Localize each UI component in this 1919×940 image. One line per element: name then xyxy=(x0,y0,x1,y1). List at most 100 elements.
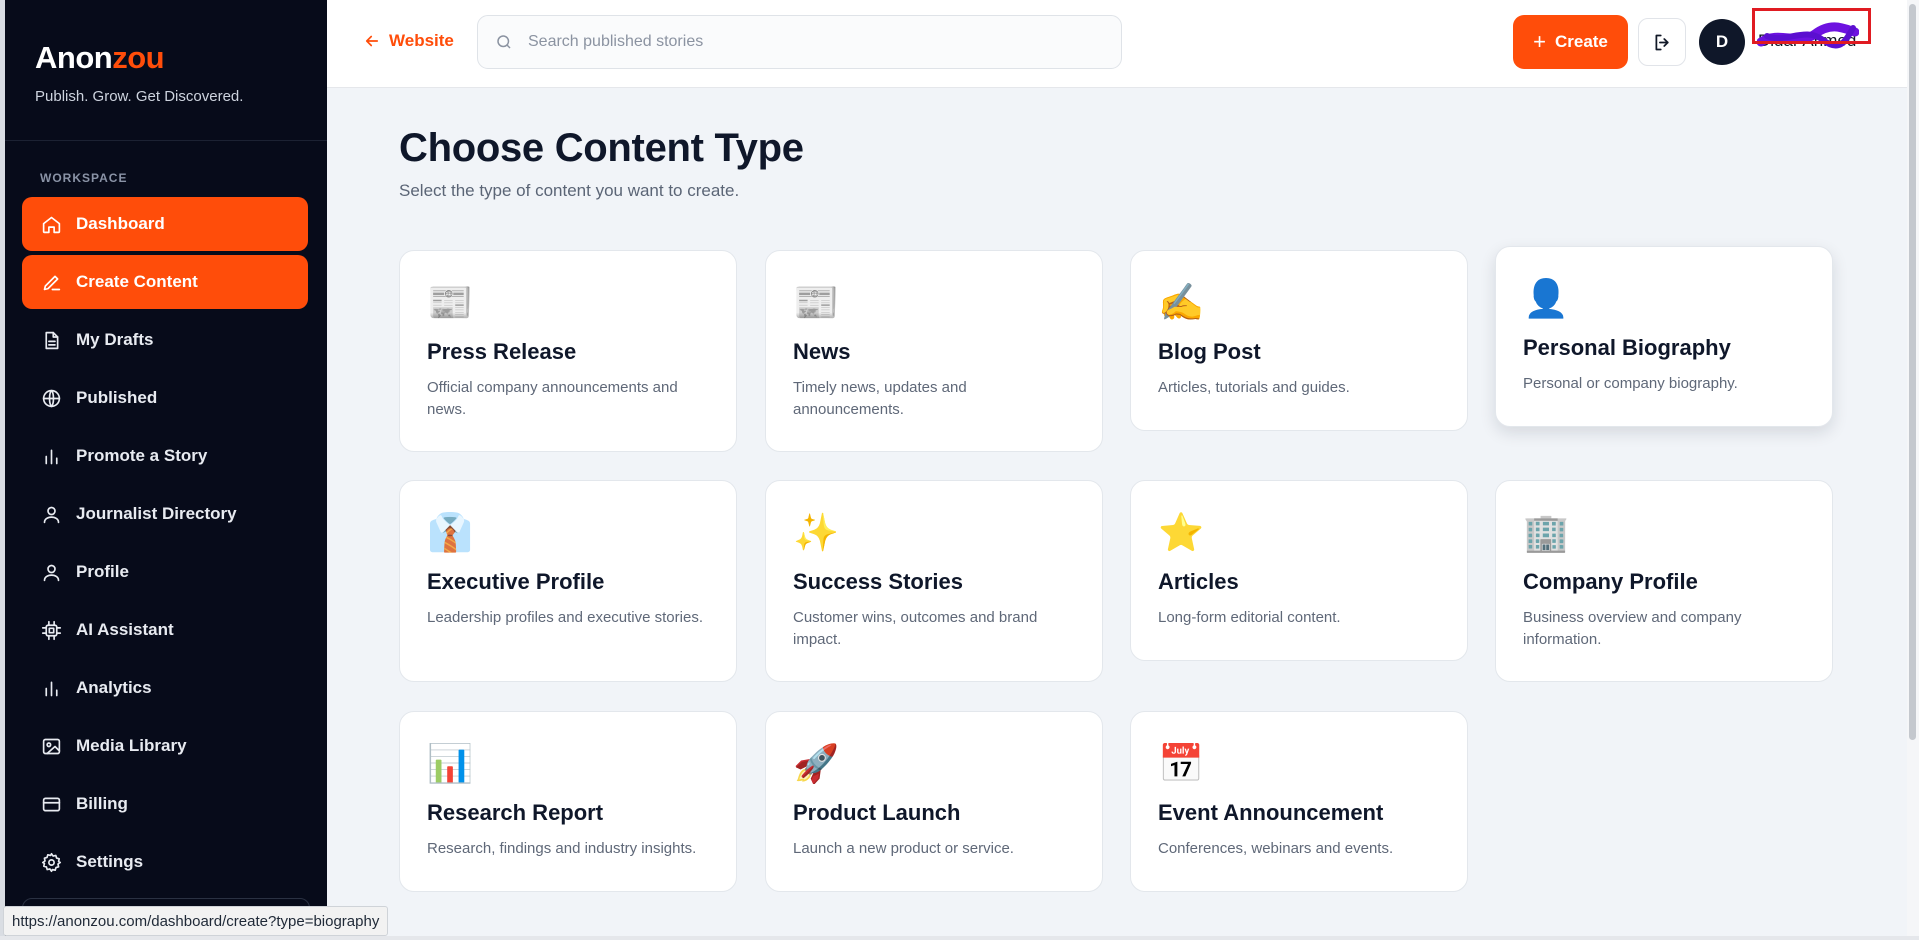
card-title: Personal Biography xyxy=(1523,335,1731,360)
sidebar-item-label: Analytics xyxy=(76,678,152,697)
sidebar-item-label: Published xyxy=(76,388,158,407)
card-description: Conferences, webinars and events. xyxy=(1158,840,1394,857)
sidebar-item-dashboard[interactable]: Dashboard xyxy=(22,197,308,251)
link-preview-status-bar: https://anonzou.com/dashboard/create?typ… xyxy=(3,906,389,936)
page-title: Choose Content Type xyxy=(399,126,804,170)
sidebar-item-promote-a-story[interactable]: Promote a Story xyxy=(22,429,308,483)
newspaper-icon: 📰 xyxy=(427,282,474,323)
search-input[interactable] xyxy=(528,33,1088,51)
section-label-workspace: WORKSPACE xyxy=(40,171,128,185)
necktie-icon: 👔 xyxy=(427,512,474,553)
writing-hand-icon: ✍️ xyxy=(1158,282,1205,323)
bar-chart-icon xyxy=(39,444,63,468)
card-description: Research, findings and industry insights… xyxy=(427,840,697,857)
sidebar-item-profile[interactable]: Profile xyxy=(22,545,308,599)
card-title: Success Stories xyxy=(793,569,963,594)
rocket-icon: 🚀 xyxy=(793,743,840,784)
card-description: Leadership profiles and executive storie… xyxy=(427,609,703,626)
sidebar-item-label: Dashboard xyxy=(76,214,165,233)
sidebar-item-label: Profile xyxy=(76,562,129,581)
sidebar-item-ai-assistant[interactable]: AI Assistant xyxy=(22,603,308,657)
user-icon xyxy=(39,560,63,584)
chip-icon xyxy=(39,618,63,642)
sidebar-item-published[interactable]: Published xyxy=(22,371,308,425)
card-title: Press Release xyxy=(427,339,577,364)
home-icon xyxy=(39,212,63,236)
card-title: Event Announcement xyxy=(1158,800,1384,825)
card-title: Product Launch xyxy=(793,800,961,825)
user-icon xyxy=(39,502,63,526)
person-silhouette-icon: 👤 xyxy=(1523,278,1570,319)
calendar-icon: 📅 xyxy=(1158,743,1205,784)
image-icon xyxy=(39,734,63,758)
content-type-card-press-release[interactable]: 📰 Press Release Official company announc… xyxy=(399,250,737,452)
content-type-card-success-stories[interactable]: ✨ Success Stories Customer wins, outcome… xyxy=(765,480,1103,682)
sparkles-icon: ✨ xyxy=(793,512,840,553)
document-icon xyxy=(39,328,63,352)
card-description: Long-form editorial content. xyxy=(1158,609,1341,626)
arrow-left-icon xyxy=(365,35,379,47)
logo[interactable]: Anonzou xyxy=(35,40,327,76)
content-type-card-articles[interactable]: ⭐ Articles Long-form editorial content. xyxy=(1130,480,1468,661)
pencil-icon xyxy=(39,270,63,294)
sidebar-item-create-content[interactable]: Create Content xyxy=(22,255,308,309)
content-type-card-blog-post[interactable]: ✍️ Blog Post Articles, tutorials and gui… xyxy=(1130,250,1468,431)
card-description: Business overview and company informatio… xyxy=(1523,609,1742,648)
sidebar-item-label: Create Content xyxy=(76,272,198,291)
gear-icon xyxy=(39,850,63,874)
plus-icon: + xyxy=(1533,29,1546,54)
card-description: Personal or company biography. xyxy=(1523,375,1738,392)
content-type-card-news[interactable]: 📰 News Timely news, updates and announce… xyxy=(765,250,1103,452)
card-title: Articles xyxy=(1158,569,1239,594)
scrollbar-thumb[interactable] xyxy=(1909,4,1916,740)
star-icon: ⭐ xyxy=(1158,512,1205,553)
card-description: Customer wins, outcomes and brand impact… xyxy=(793,609,1038,648)
sidebar-item-label: Media Library xyxy=(76,736,187,755)
globe-icon xyxy=(39,386,63,410)
create-button[interactable]: + Create xyxy=(1513,15,1628,69)
content-type-card-executive-profile[interactable]: 👔 Executive Profile Leadership profiles … xyxy=(399,480,737,682)
content-type-card-product-launch[interactable]: 🚀 Product Launch Launch a new product or… xyxy=(765,711,1103,892)
card-title: Research Report xyxy=(427,800,604,825)
avatar[interactable]: D xyxy=(1699,19,1745,65)
card-description: Launch a new product or service. xyxy=(793,840,1014,857)
content-type-card-personal-biography[interactable]: 👤 Personal Biography Personal or company… xyxy=(1495,246,1833,427)
sidebar-item-label: AI Assistant xyxy=(76,620,174,639)
bar-chart-icon xyxy=(39,676,63,700)
brand: Anonzou Publish. Grow. Get Discovered. xyxy=(5,0,327,141)
card-description: Articles, tutorials and guides. xyxy=(1158,379,1350,396)
page-subtitle: Select the type of content you want to c… xyxy=(399,181,740,200)
sidebar-item-billing[interactable]: Billing xyxy=(22,777,308,831)
content-type-card-event-announcement[interactable]: 📅 Event Announcement Conferences, webina… xyxy=(1130,711,1468,892)
sidebar-item-label: Settings xyxy=(76,852,144,871)
sidebar-item-label: My Drafts xyxy=(76,330,154,349)
bar-chart-emoji-icon: 📊 xyxy=(427,743,474,784)
sidebar-item-label: Promote a Story xyxy=(76,446,208,465)
credit-card-icon xyxy=(39,792,63,816)
sidebar-nav: Dashboard Create Content My Drafts Publi… xyxy=(5,197,327,889)
content-type-card-research-report[interactable]: 📊 Research Report Research, findings and… xyxy=(399,711,737,892)
search-box[interactable] xyxy=(477,15,1122,69)
sidebar-item-my-drafts[interactable]: My Drafts xyxy=(22,313,308,367)
content-type-card-company-profile[interactable]: 🏢 Company Profile Business overview and … xyxy=(1495,480,1833,682)
sidebar-item-analytics[interactable]: Analytics xyxy=(22,661,308,715)
highlight-box xyxy=(1752,8,1871,44)
card-description: Timely news, updates and announcements. xyxy=(793,379,967,418)
logout-icon xyxy=(1655,34,1669,50)
tagline: Publish. Grow. Get Discovered. xyxy=(35,88,244,105)
sidebar-item-settings[interactable]: Settings xyxy=(22,835,308,889)
search-icon xyxy=(497,35,511,49)
card-title: Company Profile xyxy=(1523,569,1698,594)
card-title: News xyxy=(793,339,851,364)
back-link-label: Website xyxy=(389,31,454,50)
sidebar-item-journalist-directory[interactable]: Journalist Directory xyxy=(22,487,308,541)
sidebar-item-label: Journalist Directory xyxy=(76,504,237,523)
window-bottom-edge xyxy=(0,936,1919,940)
sidebar: Anonzou Publish. Grow. Get Discovered. W… xyxy=(5,0,327,940)
card-title: Executive Profile xyxy=(427,569,605,594)
back-to-website-link[interactable]: Website xyxy=(363,31,454,51)
sidebar-item-media-library[interactable]: Media Library xyxy=(22,719,308,773)
create-button-label: Create xyxy=(1554,32,1608,51)
card-title: Blog Post xyxy=(1158,339,1261,364)
logout-button[interactable] xyxy=(1638,18,1686,66)
